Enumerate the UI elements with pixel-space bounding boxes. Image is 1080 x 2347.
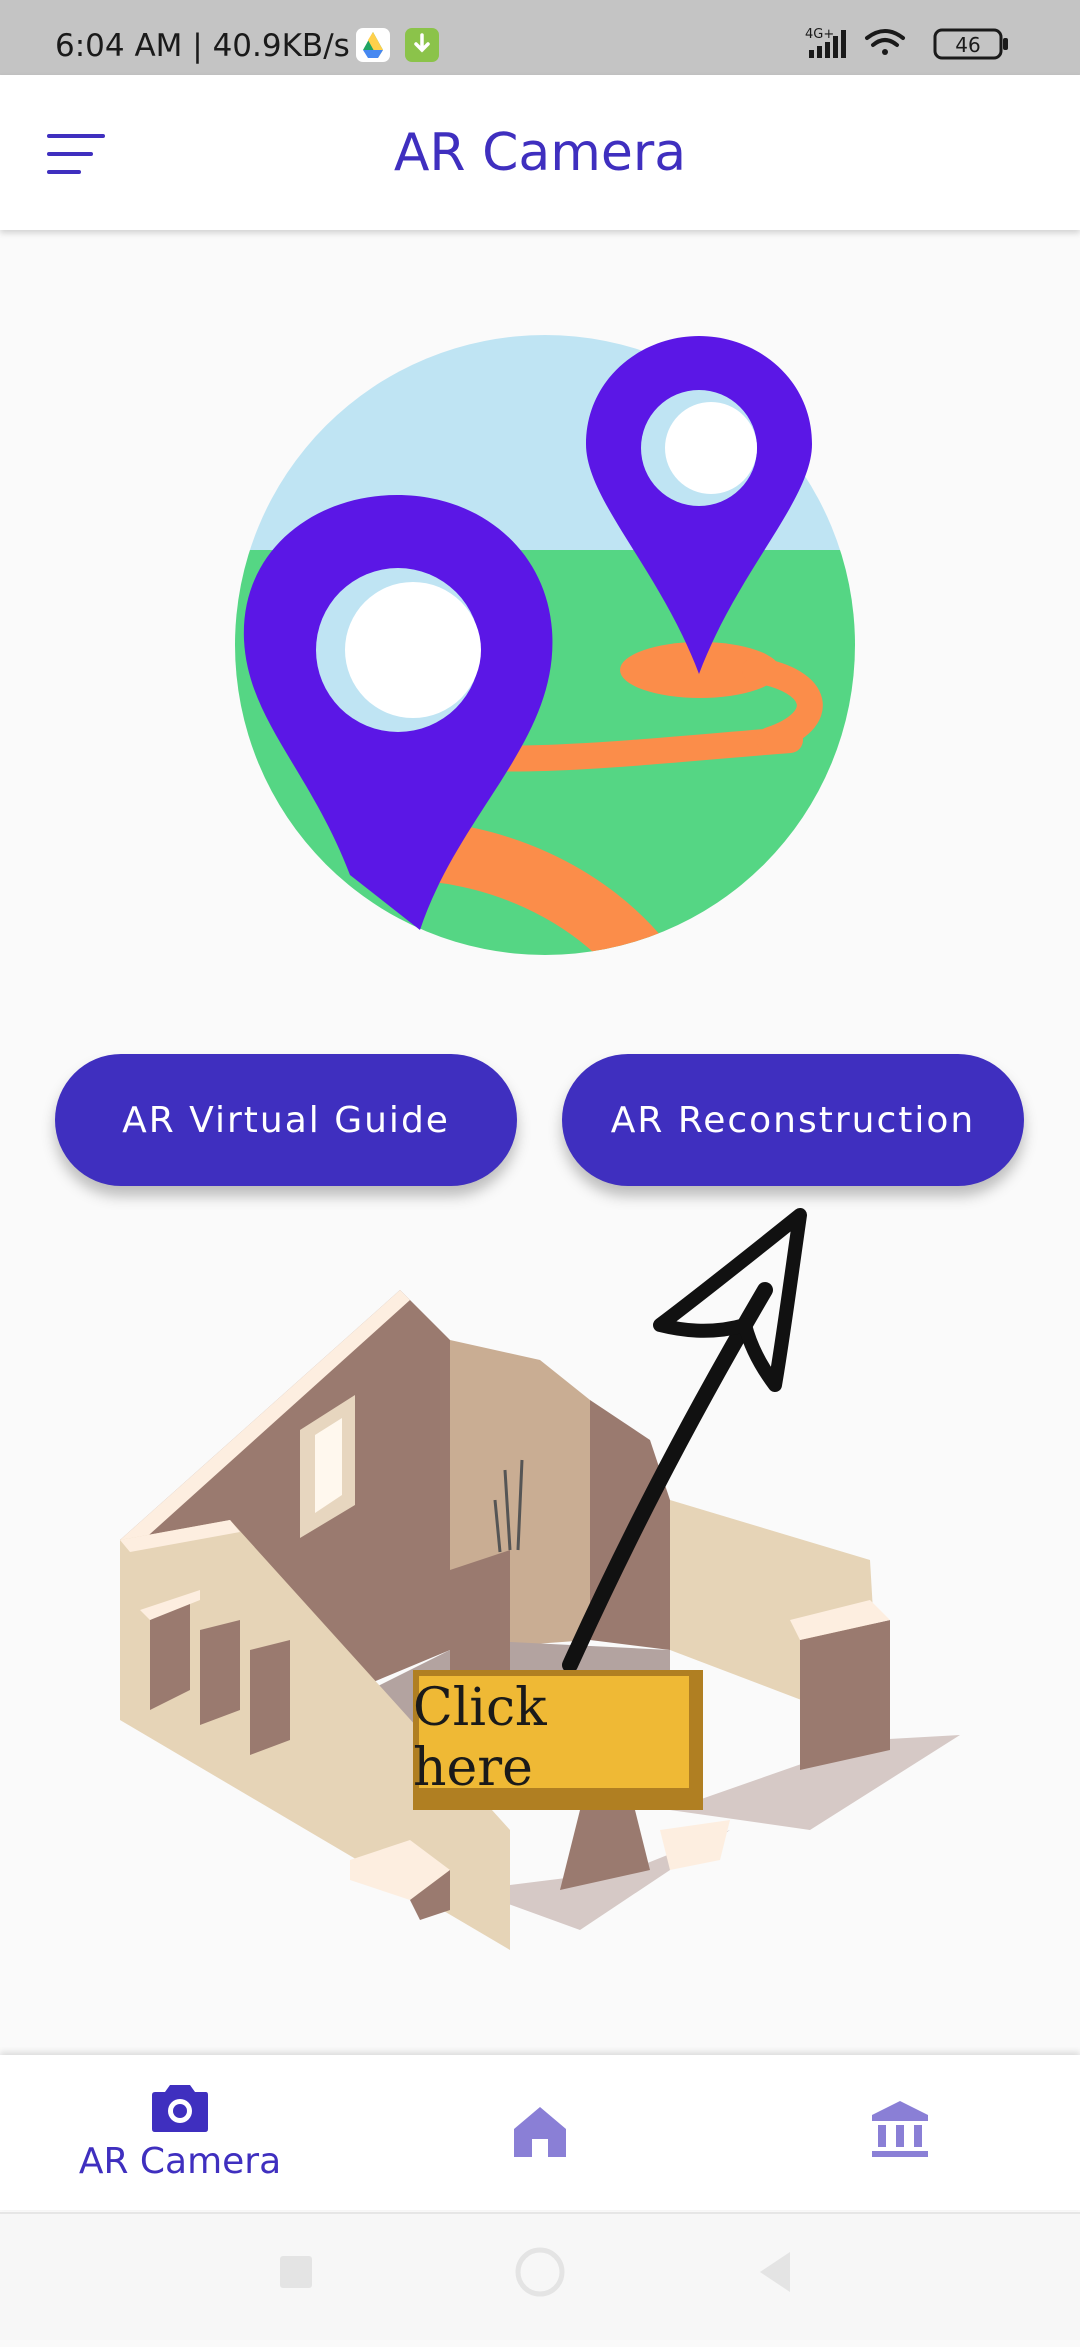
page-title: AR Camera bbox=[393, 123, 687, 183]
battery-icon: 46 bbox=[933, 28, 1008, 60]
click-here-label: Click here bbox=[413, 1678, 547, 1798]
nav-item-ar-camera[interactable]: AR Camera bbox=[60, 2055, 300, 2210]
app-bar: AR Camera bbox=[0, 75, 1080, 230]
home-icon bbox=[514, 2107, 566, 2157]
network-type-label: 4G+ bbox=[805, 27, 834, 42]
nav-item-museum[interactable] bbox=[840, 2055, 960, 2210]
bottom-navigation: AR Camera bbox=[0, 2055, 1080, 2210]
nav-item-home[interactable] bbox=[480, 2055, 600, 2210]
nav-label-ar-camera: AR Camera bbox=[78, 2141, 282, 2182]
status-time: 6:04 AM | 40.9KB/s bbox=[55, 28, 350, 64]
battery-level: 46 bbox=[955, 33, 980, 57]
system-navigation-bar bbox=[0, 2212, 1080, 2340]
ruins-illustration bbox=[110, 1270, 970, 1970]
camera-icon bbox=[152, 2085, 208, 2132]
map-pins-illustration bbox=[230, 330, 860, 960]
download-icon bbox=[405, 28, 439, 62]
drive-icon bbox=[356, 28, 390, 62]
ar-virtual-guide-button[interactable]: AR Virtual Guide bbox=[55, 1054, 517, 1186]
status-indicators: 4G+ 46 bbox=[805, 24, 1025, 64]
back-icon bbox=[760, 2252, 790, 2292]
museum-icon bbox=[872, 2101, 928, 2157]
recents-icon bbox=[280, 2256, 312, 2288]
pointer-arrow-icon bbox=[560, 1195, 840, 1675]
home-button-icon bbox=[515, 2247, 565, 2297]
status-bar: 6:04 AM | 40.9KB/s 4G+ 46 bbox=[0, 0, 1080, 75]
ar-reconstruction-button[interactable]: AR Reconstruction bbox=[562, 1054, 1024, 1186]
wifi-icon bbox=[865, 29, 905, 55]
